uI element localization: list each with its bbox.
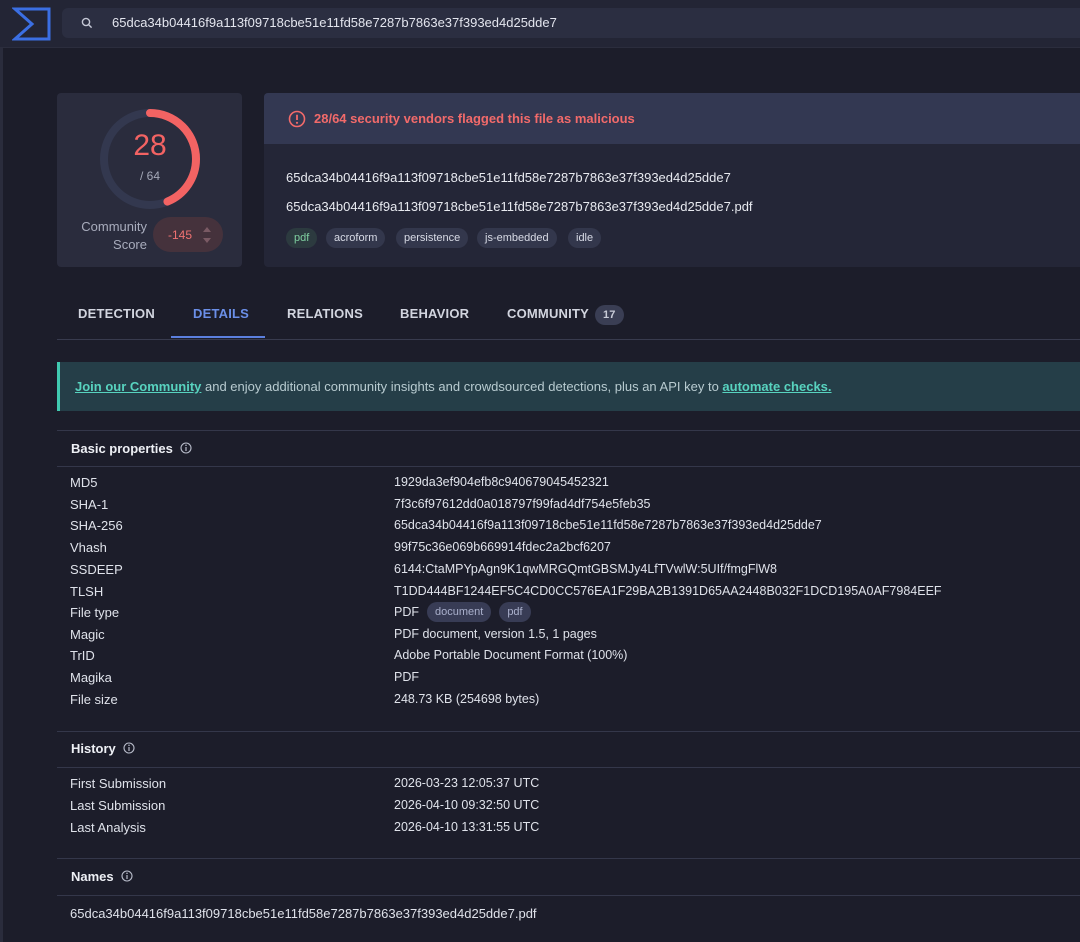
prop-label-file-type: File type bbox=[70, 605, 120, 620]
section-divider bbox=[57, 767, 1080, 768]
prop-value-sha1: 7f3c6f97612dd0a018797f99fad4df754e5feb35 bbox=[394, 497, 651, 511]
community-label-line1: Community bbox=[81, 219, 147, 234]
prop-value-md5: 1929da3ef904efb8c940679045452321 bbox=[394, 475, 609, 489]
vote-arrows-icon[interactable] bbox=[202, 223, 212, 247]
detection-total: / 64 bbox=[139, 169, 160, 183]
file-hash: 65dca34b04416f9a113f09718cbe51e11fd58e72… bbox=[286, 170, 731, 185]
history-label: History bbox=[71, 741, 116, 756]
tag-idle[interactable]: idle bbox=[568, 228, 602, 248]
tab-community-label: COMMUNITY bbox=[507, 306, 589, 321]
tab-behavior[interactable]: BEHAVIOR bbox=[400, 295, 469, 339]
tab-community[interactable]: COMMUNITY 17 bbox=[507, 295, 624, 339]
prop-value-ssdeep: 6144:CtaMPYpAgn9K1qwMRGQmtGBSMJy4LfTVwlW… bbox=[394, 562, 777, 576]
prop-value-tlsh: T1DD444BF1244EF5C4CD0CC576EA1F29BA2B1391… bbox=[394, 584, 942, 598]
top-bar: 65dca34b04416f9a113f09718cbe51e11fd58e72… bbox=[0, 0, 1080, 48]
virustotal-logo-icon[interactable] bbox=[12, 6, 52, 42]
history-label-first-submission: First Submission bbox=[70, 776, 167, 791]
file-type-value: PDF bbox=[394, 605, 419, 619]
prop-value-magic: PDF document, version 1.5, 1 pages bbox=[394, 627, 597, 641]
prop-value-file-type: PDF document pdf bbox=[394, 602, 531, 622]
alert-circle-icon bbox=[288, 110, 306, 128]
prop-value-trid: Adobe Portable Document Format (100%) bbox=[394, 648, 628, 662]
alert-text: 28/64 security vendors flagged this file… bbox=[314, 111, 635, 126]
tab-detection[interactable]: DETECTION bbox=[78, 295, 155, 339]
prop-label-md5: MD5 bbox=[70, 475, 98, 490]
prop-label-vhash: Vhash bbox=[70, 540, 107, 555]
tab-relations[interactable]: RELATIONS bbox=[287, 295, 363, 339]
left-edge bbox=[0, 48, 3, 942]
file-name: 65dca34b04416f9a113f09718cbe51e11fd58e72… bbox=[286, 199, 753, 214]
prop-label-ssdeep: SSDEEP bbox=[70, 562, 123, 577]
history-value-last-analysis: 2026-04-10 13:31:55 UTC bbox=[394, 820, 540, 834]
names-item: 65dca34b04416f9a113f09718cbe51e11fd58e72… bbox=[70, 906, 537, 921]
malicious-alert: 28/64 security vendors flagged this file… bbox=[264, 93, 1080, 144]
tag-pdf[interactable]: pdf bbox=[286, 228, 318, 248]
search-icon bbox=[81, 17, 93, 29]
detection-score-card: 28 / 64 Community Score -145 bbox=[57, 93, 242, 267]
history-value-last-submission: 2026-04-10 09:32:50 UTC bbox=[394, 798, 540, 812]
prop-value-vhash: 99f75c36e069b669914fdec2a2bcf6207 bbox=[394, 540, 611, 554]
basic-properties-label: Basic properties bbox=[71, 441, 173, 456]
names-title: Names bbox=[71, 869, 133, 884]
prop-value-magika: PDF bbox=[394, 670, 419, 684]
community-banner: Join our Community and enjoy additional … bbox=[57, 362, 1080, 411]
prop-value-sha256: 65dca34b04416f9a113f09718cbe51e11fd58e72… bbox=[394, 518, 822, 532]
history-label-last-analysis: Last Analysis bbox=[70, 820, 146, 835]
prop-label-magika: Magika bbox=[70, 670, 112, 685]
community-label-line2: Score bbox=[113, 237, 147, 252]
history-label-last-submission: Last Submission bbox=[70, 798, 166, 813]
prop-label-sha256: SHA-256 bbox=[70, 518, 123, 533]
detection-count: 28 bbox=[133, 129, 167, 162]
history-title: History bbox=[71, 741, 135, 756]
prop-label-magic: Magic bbox=[70, 627, 105, 642]
community-score-label: Community Score bbox=[67, 218, 147, 254]
join-community-link[interactable]: Join our Community bbox=[75, 379, 201, 394]
tab-details[interactable]: DETAILS bbox=[193, 295, 249, 339]
tag-js-embedded[interactable]: js-embedded bbox=[477, 228, 557, 248]
tag-persistence[interactable]: persistence bbox=[396, 228, 469, 248]
prop-label-tlsh: TLSH bbox=[70, 584, 104, 599]
info-icon[interactable] bbox=[123, 742, 135, 754]
info-icon[interactable] bbox=[180, 442, 192, 454]
prop-label-sha1: SHA-1 bbox=[70, 497, 109, 512]
section-divider bbox=[57, 895, 1080, 896]
file-summary-panel: 28/64 security vendors flagged this file… bbox=[264, 93, 1080, 267]
tab-bar: DETECTION DETAILS RELATIONS BEHAVIOR COM… bbox=[57, 295, 1080, 340]
history-value-first-submission: 2026-03-23 12:05:37 UTC bbox=[394, 776, 540, 790]
file-type-chip-document[interactable]: document bbox=[427, 602, 492, 622]
file-type-chip-pdf[interactable]: pdf bbox=[499, 602, 531, 622]
community-score-pill: -145 bbox=[153, 217, 223, 252]
section-divider bbox=[57, 858, 1080, 859]
community-score-value: -145 bbox=[168, 228, 193, 242]
banner-text: Join our Community and enjoy additional … bbox=[75, 379, 832, 394]
section-divider bbox=[57, 731, 1080, 732]
basic-properties-title: Basic properties bbox=[71, 441, 192, 456]
search-bar[interactable]: 65dca34b04416f9a113f09718cbe51e11fd58e72… bbox=[62, 8, 1080, 38]
section-divider bbox=[57, 430, 1080, 431]
prop-label-trid: TrID bbox=[70, 648, 95, 663]
banner-middle-text: and enjoy additional community insights … bbox=[201, 379, 723, 394]
names-label: Names bbox=[71, 869, 114, 884]
prop-label-file-size: File size bbox=[70, 692, 118, 707]
active-tab-indicator bbox=[171, 336, 265, 338]
community-count-badge: 17 bbox=[594, 304, 624, 325]
tag-acroform[interactable]: acroform bbox=[326, 228, 386, 248]
automate-checks-link[interactable]: automate checks. bbox=[722, 379, 831, 394]
prop-value-file-size: 248.73 KB (254698 bytes) bbox=[394, 692, 540, 706]
search-input[interactable]: 65dca34b04416f9a113f09718cbe51e11fd58e72… bbox=[112, 15, 557, 30]
info-icon[interactable] bbox=[121, 870, 133, 882]
section-divider bbox=[57, 466, 1080, 467]
